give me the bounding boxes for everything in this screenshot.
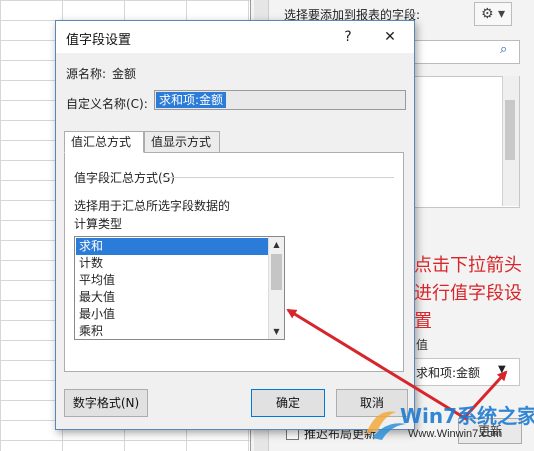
value-field-dropdown-icon[interactable]: ▼ xyxy=(498,364,506,375)
tab-summarize-by[interactable]: 值汇总方式 xyxy=(64,131,144,153)
list-item[interactable]: 平均值 xyxy=(76,272,269,289)
summarize-description: 选择用于汇总所选字段数据的 xyxy=(74,199,231,213)
list-item[interactable]: 最小值 xyxy=(76,306,269,323)
number-format-button[interactable]: 数字格式(N) xyxy=(64,389,148,417)
scroll-thumb[interactable] xyxy=(271,254,282,290)
search-icon[interactable]: ⌕ xyxy=(500,42,507,57)
help-button[interactable]: ? xyxy=(336,25,360,49)
list-item[interactable]: 计数 xyxy=(76,255,269,272)
source-name-label: 源名称: xyxy=(66,67,107,81)
list-item[interactable]: 乘积 xyxy=(76,323,269,339)
list-item[interactable]: 求和 xyxy=(76,238,269,255)
scroll-down-icon[interactable]: ▼ xyxy=(269,324,284,339)
custom-name-value[interactable]: 求和项:金额 xyxy=(156,92,227,108)
source-name-value: 金额 xyxy=(112,67,137,81)
watermark-url: Www.Winwin7.com xyxy=(408,428,503,440)
custom-name-label: 自定义名称(C): xyxy=(66,97,148,111)
value-field-label: 求和项:金额 xyxy=(416,366,481,380)
values-area-label: 值 xyxy=(416,338,429,352)
close-icon[interactable]: ✕ xyxy=(376,25,404,49)
calc-list-scrollbar[interactable]: ▲ ▼ xyxy=(268,237,284,339)
field-list-scroll-thumb[interactable] xyxy=(505,100,515,160)
annotation-text: 点击下拉箭头进行值字段设置 xyxy=(414,255,522,332)
calc-type-label: 计算类型 xyxy=(74,217,123,231)
scroll-up-icon[interactable]: ▲ xyxy=(269,237,284,252)
ok-button[interactable]: 确定 xyxy=(251,389,325,417)
gear-icon[interactable]: ⚙ ▾ xyxy=(474,2,512,26)
calc-type-list[interactable]: 求和 计数 平均值 最大值 最小值 乘积 ▲ ▼ xyxy=(74,236,285,340)
value-field-settings-dialog: 值字段设置 ? ✕ 源名称: 金额 自定义名称(C): 求和项:金额 值汇总方式… xyxy=(55,20,415,430)
dialog-title: 值字段设置 xyxy=(66,33,132,48)
tab-show-values-as[interactable]: 值显示方式 xyxy=(144,131,220,153)
watermark-text: Win7系统之家 xyxy=(400,404,534,428)
list-item[interactable]: 最大值 xyxy=(76,289,269,306)
group-divider xyxy=(160,177,394,178)
